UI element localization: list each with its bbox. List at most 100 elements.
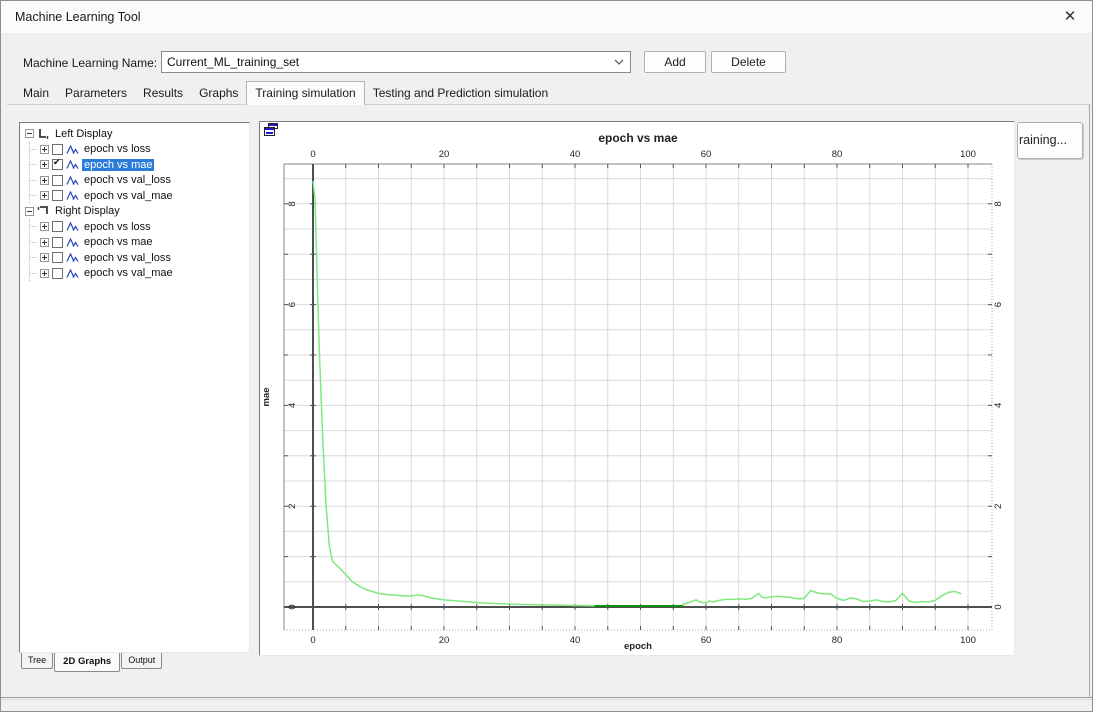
page-right-border [1089,104,1090,698]
tree-item-epoch-vs-val-loss[interactable]: epoch vs val_loss [30,173,249,189]
svg-text:epoch vs mae: epoch vs mae [598,131,678,145]
tree-connector [30,164,37,165]
expand-icon[interactable] [40,160,49,169]
checkbox[interactable] [52,144,63,155]
expand-icon[interactable] [40,253,49,262]
checkbox[interactable] [52,190,63,201]
tab-graphs[interactable]: Graphs [191,83,246,104]
svg-text:0: 0 [287,604,298,609]
tree-connector [30,257,37,258]
bottom-tab-2d-graphs[interactable]: 2D Graphs [54,653,120,672]
svg-text:4: 4 [993,403,1004,408]
svg-text:60: 60 [701,635,712,646]
svg-text:8: 8 [287,201,298,206]
tree-item-epoch-vs-loss[interactable]: epoch vs loss [30,219,249,235]
curve-icon [66,268,79,279]
curve-icon [66,159,79,170]
mae-curve [313,181,961,606]
tree-item-label[interactable]: epoch vs val_loss [82,174,173,186]
tab-main[interactable]: Main [15,83,57,104]
tree-connector [30,180,37,181]
curve-icon [66,237,79,248]
tab-bar: MainParametersResultsGraphsTraining simu… [7,84,1089,105]
curve-icon [66,190,79,201]
ml-name-value[interactable]: Current_ML_training_set [167,55,299,69]
tree-group-label[interactable]: Left Display [53,128,114,140]
collapse-icon[interactable] [25,207,34,216]
tree-connector [30,242,37,243]
tree-connector [30,195,37,196]
svg-text:8: 8 [993,201,1004,206]
close-icon[interactable]: ✕ [1054,1,1086,33]
curve-icon [66,221,79,232]
expand-icon[interactable] [40,238,49,247]
left-display-icon [37,128,50,140]
collapse-icon[interactable] [25,129,34,138]
ml-name-label: Machine Learning Name: [23,56,157,70]
tree-item-label[interactable]: epoch vs loss [82,221,153,233]
checkbox[interactable] [52,175,63,186]
svg-text:mae: mae [261,387,272,406]
tree-item-label[interactable]: epoch vs val_loss [82,252,173,264]
window-bottom-edge [1,697,1092,700]
svg-text:2: 2 [287,504,298,509]
svg-text:100: 100 [960,149,976,160]
expand-icon[interactable] [40,145,49,154]
svg-text:20: 20 [439,149,450,160]
tree-item-epoch-vs-mae[interactable]: epoch vs mae [30,157,249,173]
tab-testing-and-prediction-simulation[interactable]: Testing and Prediction simulation [365,83,556,104]
chevron-down-icon[interactable] [614,58,624,66]
tree-item-label[interactable]: epoch vs mae [82,159,154,171]
checkbox[interactable] [52,159,63,170]
add-button[interactable]: Add [644,51,706,73]
checkbox[interactable] [52,252,63,263]
expand-icon[interactable] [40,222,49,231]
svg-text:40: 40 [570,149,581,160]
tab-results[interactable]: Results [135,83,191,104]
expand-icon[interactable] [40,176,49,185]
titlebar: Machine Learning Tool ✕ [1,1,1092,34]
tree-item-label[interactable]: epoch vs mae [82,236,154,248]
expand-icon[interactable] [40,269,49,278]
tree-group-right-display[interactable]: Right Display [20,204,249,220]
tree-item-epoch-vs-val-loss[interactable]: epoch vs val_loss [30,250,249,266]
svg-text:0: 0 [993,604,1004,609]
bottom-tab-output[interactable]: Output [121,653,162,669]
window-title: Machine Learning Tool [15,1,141,34]
tab-training-simulation[interactable]: Training simulation [246,81,364,105]
tree-item-epoch-vs-val-mae[interactable]: epoch vs val_mae [30,266,249,282]
ml-name-combobox[interactable]: Current_ML_training_set [161,51,631,73]
tree-item-label[interactable]: epoch vs val_mae [82,267,175,279]
checkbox[interactable] [52,221,63,232]
svg-text:60: 60 [701,149,712,160]
training-button[interactable]: raining... [1017,122,1083,159]
tree-connector [30,149,37,150]
tree-panel: Left Display epoch vs loss epoch vs mae epo… [19,122,250,653]
tab-parameters[interactable]: Parameters [57,83,135,104]
tree-item-epoch-vs-val-mae[interactable]: epoch vs val_mae [30,188,249,204]
curve-icon [66,175,79,186]
svg-text:6: 6 [993,302,1004,307]
expand-icon[interactable] [40,191,49,200]
tree-group-left-display[interactable]: Left Display [20,126,249,142]
svg-text:0: 0 [310,635,315,646]
tree-item-label[interactable]: epoch vs loss [82,143,153,155]
bottom-tab-tree[interactable]: Tree [21,653,53,669]
tree-item-epoch-vs-loss[interactable]: epoch vs loss [30,142,249,158]
tree-connector [30,273,37,274]
machine-learning-tool-window: Machine Learning Tool ✕ Machine Learning… [0,0,1093,712]
bottom-tab-bar: Tree2D GraphsOutput [21,653,163,672]
chart-panel: 0020204040606080801001000022446688epoch … [259,121,1015,656]
tree-item-label[interactable]: epoch vs val_mae [82,190,175,202]
checkbox[interactable] [52,268,63,279]
tree-group-label[interactable]: Right Display [53,205,122,217]
curve-icon [66,144,79,155]
cascade-windows-icon[interactable] [264,123,279,137]
tree-item-epoch-vs-mae[interactable]: epoch vs mae [30,235,249,251]
svg-text:80: 80 [832,149,843,160]
svg-text:epoch: epoch [624,641,652,652]
tree-connector [30,226,37,227]
svg-text:40: 40 [570,635,581,646]
delete-button[interactable]: Delete [711,51,786,73]
checkbox[interactable] [52,237,63,248]
